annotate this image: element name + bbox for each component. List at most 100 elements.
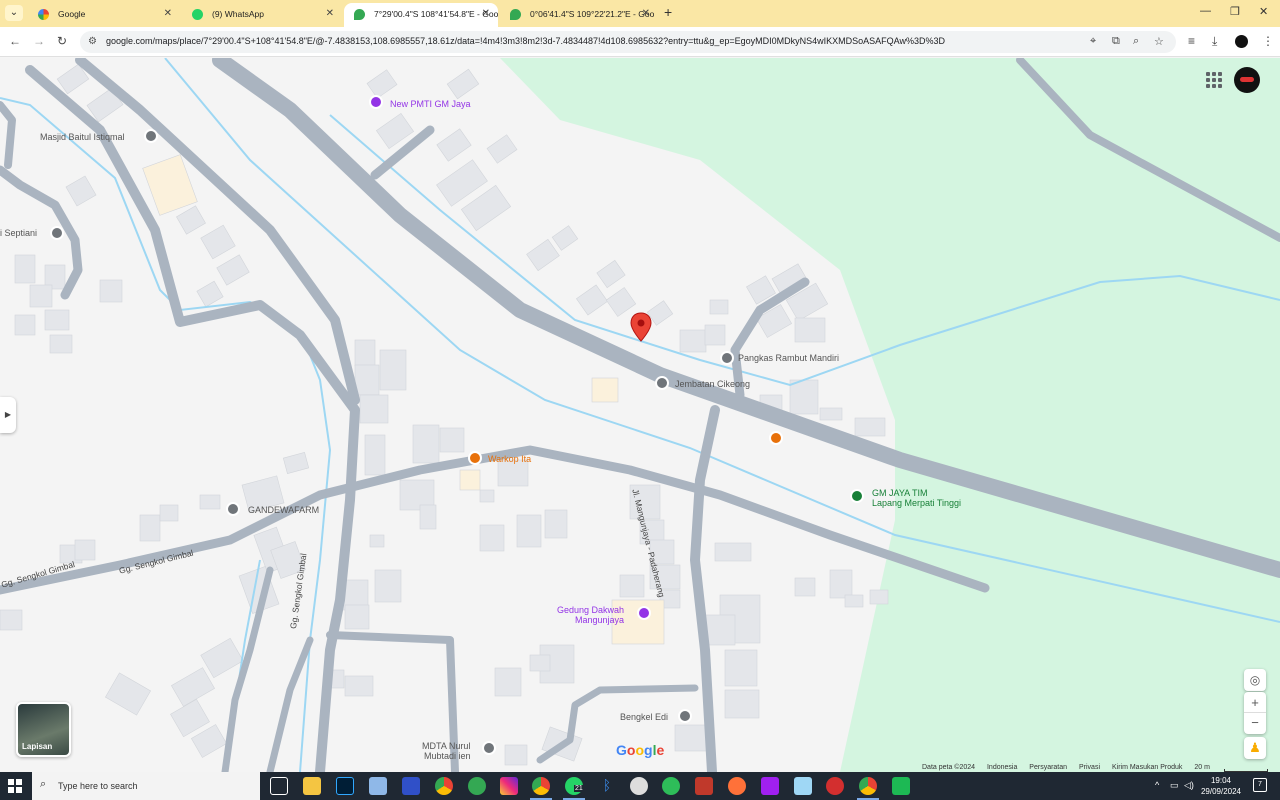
qr-app-icon[interactable]	[761, 777, 779, 795]
barber-icon[interactable]	[720, 351, 734, 365]
app-icon[interactable]	[892, 777, 910, 795]
bookmark-star-icon[interactable]: ☆	[1154, 35, 1164, 48]
feedback-link[interactable]: Kirim Masukan Produk	[1112, 764, 1182, 771]
poi-label[interactable]: Pangkas Rambut Mandiri	[738, 353, 839, 363]
expand-sidebar-button[interactable]: ▶	[0, 397, 16, 433]
poi-label[interactable]: Warkop Ita	[488, 454, 531, 464]
firefox-icon[interactable]	[728, 777, 746, 795]
poi-label[interactable]: GM JAYA TIM	[872, 488, 928, 498]
maps-favicon-icon	[510, 9, 521, 20]
instagram-icon[interactable]	[500, 777, 518, 795]
layers-button[interactable]: Lapisan	[16, 702, 71, 757]
volume-icon[interactable]: ◁)	[1184, 780, 1194, 791]
url-text: google.com/maps/place/7°29'00.4"S+108°41…	[106, 36, 946, 46]
poi-label[interactable]: i Septiani	[0, 228, 37, 238]
pegman-icon[interactable]: ♟	[1244, 737, 1266, 759]
windows-start-icon[interactable]	[8, 779, 22, 793]
privacy-link[interactable]: Privasi	[1079, 764, 1100, 771]
bluetooth-icon[interactable]: ᛒ	[598, 777, 616, 795]
profile-avatar-icon[interactable]	[1235, 35, 1248, 48]
poi-label[interactable]: GANDEWAFARM	[248, 505, 319, 515]
notifications-icon[interactable]: 7	[1253, 778, 1267, 792]
taskbar-search-box[interactable]: ⌕ Type here to search	[32, 772, 260, 800]
file-explorer-icon[interactable]	[303, 777, 321, 795]
zoom-out-button[interactable]: −	[1244, 713, 1266, 734]
poi-pin-icon[interactable]	[226, 502, 240, 516]
tab-maps-2[interactable]: 0°06'41.4"S 109°22'21.2"E - Goo ✕	[500, 3, 658, 27]
whatsapp-badge: 21	[574, 785, 584, 792]
map-canvas[interactable]: New PMTI GM Jaya Masjid Baitul Istiqmal …	[0, 58, 1280, 772]
cafe-icon[interactable]	[769, 431, 783, 445]
terms-link[interactable]: Persyaratan	[1029, 764, 1067, 771]
poi-pin-icon[interactable]	[369, 95, 383, 109]
address-bar[interactable]: ⚙ google.com/maps/place/7°29'00.4"S+108°…	[80, 31, 1176, 53]
google-favicon-icon	[38, 9, 49, 20]
app-icon[interactable]	[695, 777, 713, 795]
scale-label[interactable]: 20 m	[1194, 764, 1210, 771]
back-arrow-icon[interactable]: ←	[9, 34, 21, 48]
poi-sublabel: Mubtadi ien	[424, 751, 471, 761]
minimize-icon[interactable]: —	[1200, 5, 1211, 17]
network-icon[interactable]: ▭	[1170, 780, 1179, 791]
app-icon[interactable]	[794, 777, 812, 795]
close-tab-icon[interactable]: ✕	[164, 3, 172, 25]
angular-icon[interactable]	[826, 777, 844, 795]
close-tab-icon[interactable]: ✕	[642, 3, 650, 25]
location-icon[interactable]: ⌖	[1090, 35, 1096, 48]
system-clock[interactable]: 19:04 29/09/2024	[1200, 775, 1242, 797]
poi-label[interactable]: Masjid Baitul Istiqmal	[40, 132, 125, 142]
poi-pin-icon[interactable]	[50, 226, 64, 240]
new-tab-button[interactable]: +	[664, 4, 672, 20]
poi-label[interactable]: Bengkel Edi	[620, 712, 668, 722]
whatsapp-favicon-icon	[192, 9, 203, 20]
zoom-in-button[interactable]: +	[1244, 692, 1266, 713]
selected-location-pin-icon[interactable]	[630, 312, 652, 342]
tab-whatsapp[interactable]: (9) WhatsApp ✕	[182, 3, 342, 27]
chrome-active-icon[interactable]	[530, 777, 552, 800]
more-menu-icon[interactable]: ⋮	[1262, 34, 1274, 48]
download-icon[interactable]: ⤓	[1212, 34, 1217, 49]
restore-icon[interactable]: ❐	[1230, 5, 1240, 18]
chrome-icon[interactable]	[435, 777, 453, 795]
app-icon[interactable]	[402, 777, 420, 795]
tab-google[interactable]: Google ✕	[28, 3, 180, 27]
tab-search-button[interactable]: ⌄	[5, 5, 23, 21]
open-in-app-icon[interactable]: ⧉	[1112, 35, 1120, 48]
poi-label[interactable]: MDTA Nurul	[422, 741, 470, 751]
maps-app-icon[interactable]	[468, 777, 486, 795]
media-icon[interactable]: ≡	[1188, 34, 1195, 48]
cafe-icon[interactable]	[468, 451, 482, 465]
poi-pin-icon[interactable]	[637, 606, 651, 620]
reload-icon[interactable]: ↻	[57, 34, 67, 48]
google-apps-icon[interactable]	[1206, 72, 1222, 88]
close-tab-icon[interactable]: ✕	[482, 3, 490, 25]
region-link[interactable]: Indonesia	[987, 764, 1017, 771]
tray-chevron-icon[interactable]: ^	[1155, 780, 1159, 790]
bridge-icon[interactable]	[655, 376, 669, 390]
tab-maps-active[interactable]: 7°29'00.4"S 108°41'54.8"E - Goo ✕	[344, 3, 498, 27]
my-location-button[interactable]: ◎	[1244, 669, 1266, 691]
poi-label[interactable]: Jembatan Cikeong	[675, 379, 750, 389]
poi-label[interactable]: Gedung Dakwah	[557, 605, 624, 615]
money-app-icon[interactable]	[662, 777, 680, 795]
tab-title: Google	[58, 9, 86, 19]
photoshop-icon[interactable]	[336, 777, 354, 795]
whatsapp-icon[interactable]: 21	[563, 777, 585, 800]
forward-arrow-icon[interactable]: →	[33, 34, 45, 48]
app-icon[interactable]	[630, 777, 648, 795]
site-info-icon[interactable]: ⚙	[88, 36, 97, 47]
notepad-icon[interactable]	[369, 777, 387, 795]
school-icon[interactable]	[482, 741, 496, 755]
repair-icon[interactable]	[678, 709, 692, 723]
chrome-profile-icon[interactable]	[857, 777, 879, 800]
task-view-icon[interactable]	[270, 777, 288, 795]
zoom-icon[interactable]: ⌕	[1133, 35, 1139, 48]
poi-label[interactable]: New PMTI GM Jaya	[390, 99, 471, 109]
park-area	[500, 58, 1280, 772]
clock-time: 19:04	[1210, 776, 1232, 785]
close-tab-icon[interactable]: ✕	[326, 3, 334, 25]
mosque-icon[interactable]	[144, 129, 158, 143]
close-window-icon[interactable]: ✕	[1259, 5, 1268, 18]
park-icon[interactable]	[850, 489, 864, 503]
account-avatar[interactable]	[1234, 67, 1260, 93]
